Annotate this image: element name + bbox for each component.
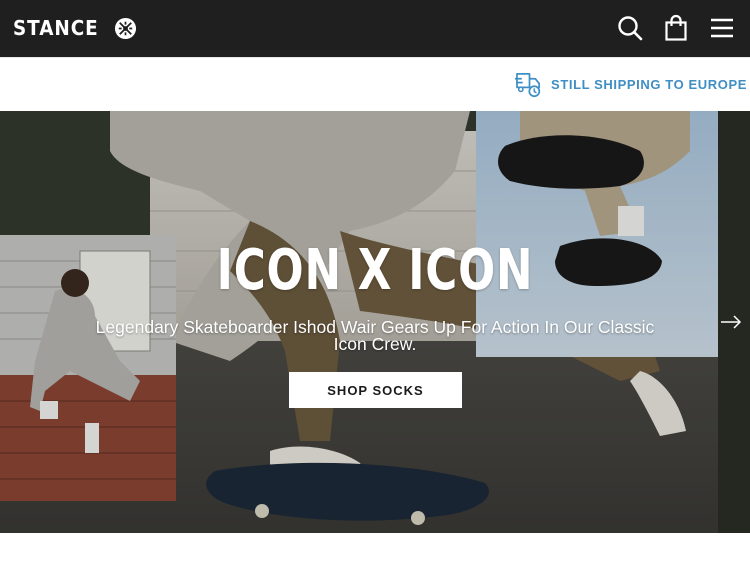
stance-logo-icon	[115, 17, 137, 39]
page-content-area	[0, 533, 750, 563]
shop-socks-button[interactable]: SHOP SOCKS	[289, 372, 462, 408]
hero-title: ICON X ICON	[216, 238, 534, 303]
brand-name: STANCE	[13, 16, 99, 40]
hero-subtitle: Legendary Skateboarder Ishod Wair Gears …	[95, 317, 655, 354]
arrow-right-icon[interactable]	[720, 315, 742, 329]
bag-icon[interactable]	[662, 14, 690, 42]
hero-banner: ICON X ICON Legendary Skateboarder Ishod…	[0, 111, 750, 533]
search-icon[interactable]	[616, 14, 644, 42]
header-actions	[616, 14, 736, 42]
brand-logo[interactable]: STANCE	[13, 16, 137, 40]
shipping-text: STILL SHIPPING TO EUROPE	[551, 77, 747, 92]
site-header: STANCE	[0, 0, 750, 57]
menu-icon[interactable]	[708, 14, 736, 42]
shipping-info-link[interactable]: STILL SHIPPING TO EUROPE	[515, 71, 747, 98]
shipping-banner: STILL SHIPPING TO EUROPE	[0, 57, 750, 111]
truck-icon	[515, 73, 541, 98]
